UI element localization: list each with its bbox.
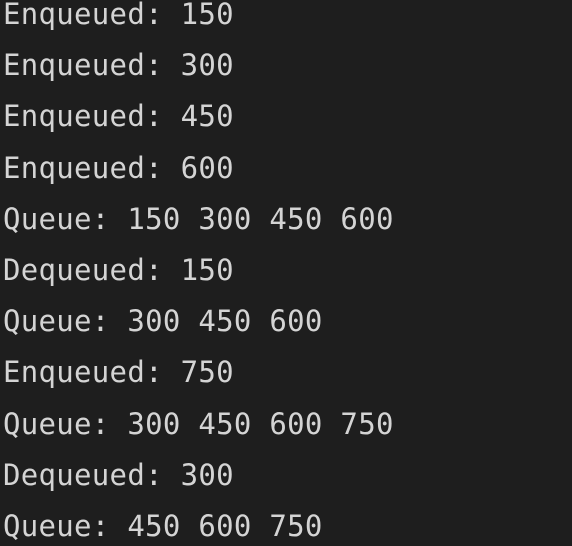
output-line: Queue: 450 600 750	[3, 508, 323, 543]
output-line: Enqueued: 450	[3, 99, 234, 134]
output-lines: Enqueued: 150 Enqueued: 300 Enqueued: 45…	[3, 0, 394, 546]
terminal-output-panel[interactable]: Enqueued: 150 Enqueued: 300 Enqueued: 45…	[0, 0, 572, 546]
output-line: Dequeued: 150	[3, 252, 234, 287]
output-line: Queue: 300 450 600	[3, 304, 323, 339]
output-line: Queue: 300 450 600 750	[3, 406, 394, 441]
output-line: Enqueued: 300	[3, 48, 234, 83]
output-line: Enqueued: 150	[3, 0, 234, 31]
output-line: Enqueued: 600	[3, 150, 234, 185]
output-line: Enqueued: 750	[3, 355, 234, 390]
output-line: Dequeued: 300	[3, 457, 234, 492]
output-line: Queue: 150 300 450 600	[3, 201, 394, 236]
